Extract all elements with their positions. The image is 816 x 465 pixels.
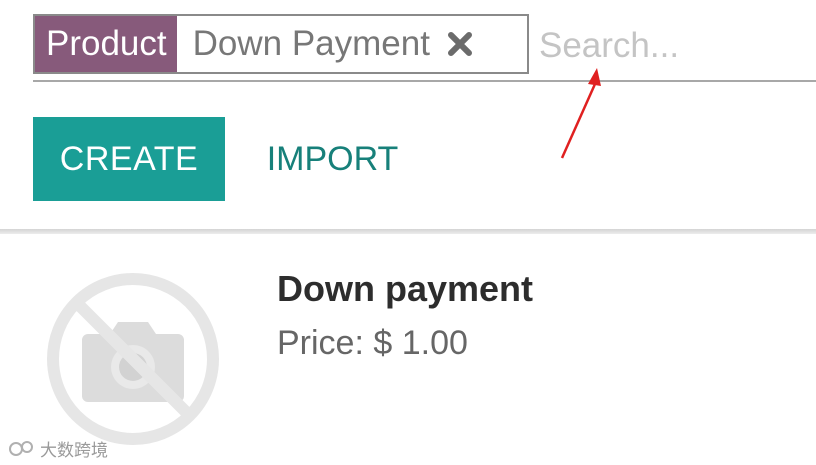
close-icon[interactable] <box>440 16 480 72</box>
product-price: Price: $ 1.00 <box>277 324 468 362</box>
facet-value: Down Payment <box>192 24 430 63</box>
import-button[interactable]: IMPORT <box>250 117 415 201</box>
product-name: Down payment <box>277 268 534 309</box>
watermark-logo-icon <box>9 441 33 456</box>
search-bar: Product Down Payment <box>33 14 816 82</box>
control-panel-divider <box>0 229 816 234</box>
search-input[interactable] <box>537 20 811 72</box>
watermark: 大数跨境 <box>8 436 108 460</box>
no-image-camera-icon <box>44 270 222 448</box>
facet-label: Product <box>35 16 177 72</box>
watermark-text: 大数跨境 <box>40 440 108 460</box>
product-kanban-card[interactable]: Down payment Price: $ 1.00 <box>0 236 816 465</box>
create-button[interactable]: CREATE <box>33 117 225 201</box>
search-facet: Product Down Payment <box>33 14 529 74</box>
